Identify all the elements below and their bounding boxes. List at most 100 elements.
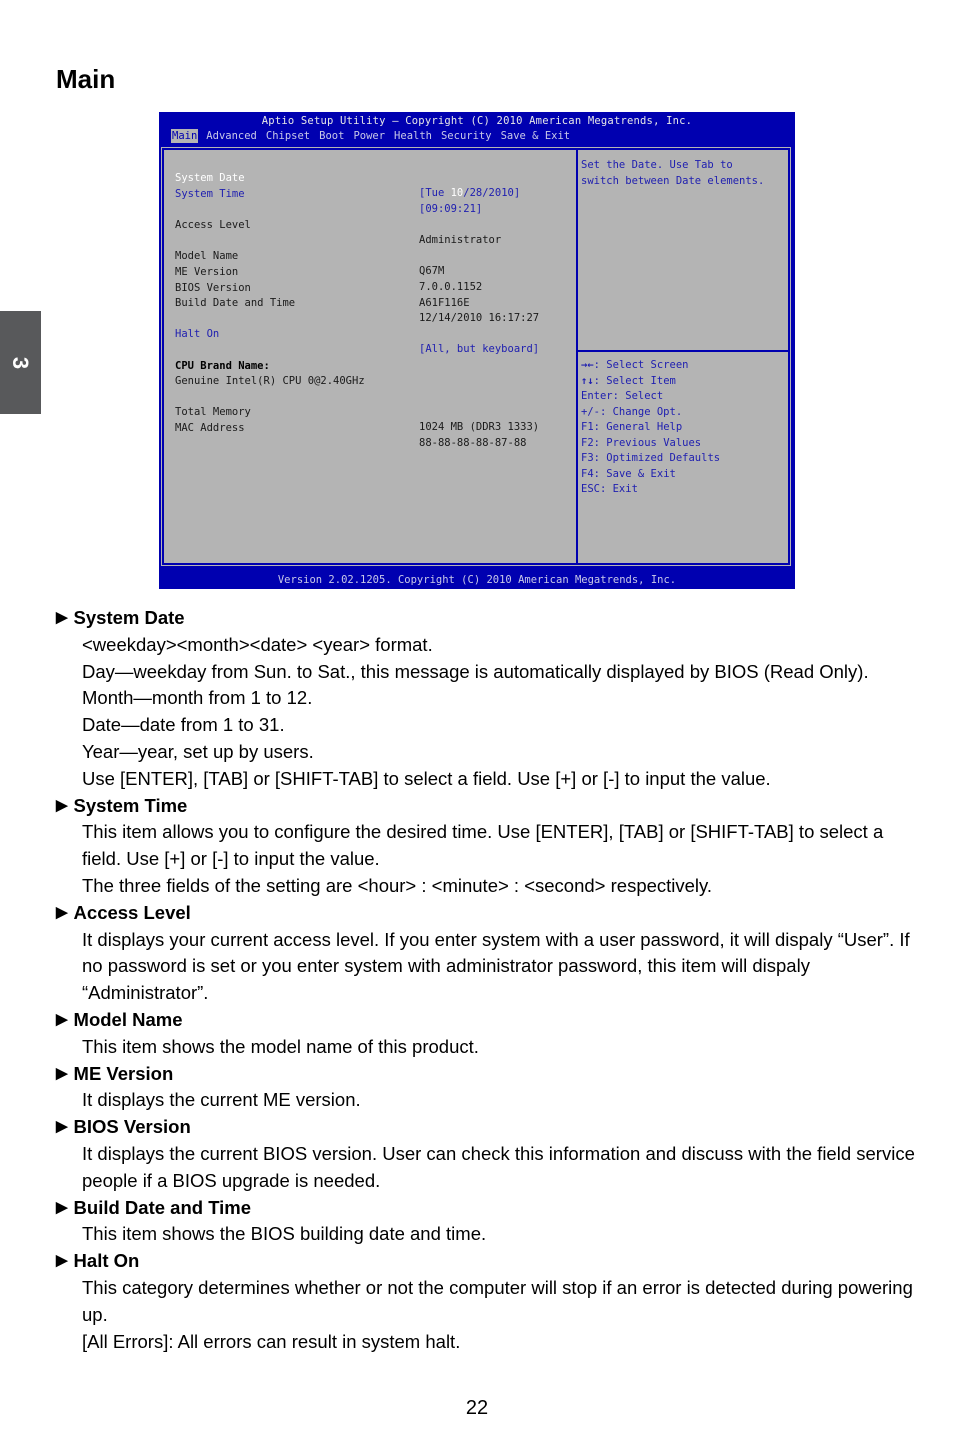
help-description-box: Set the Date. Use Tab to switch between … [578, 150, 788, 352]
info-me-version: ME Version 7.0.0.1152 [175, 250, 482, 293]
key-name: F1 [581, 421, 594, 433]
key-description: : Select [612, 390, 664, 402]
section-title: ME Version [73, 1062, 174, 1084]
section-text: [All Errors]: All errors can result in s… [82, 1330, 461, 1352]
section-text: Date—date from 1 to 31. [82, 714, 285, 736]
info-access-level: Access Level Administrator [175, 203, 501, 246]
info-value: Administrator [419, 234, 502, 246]
description-section: ▶ Build Date and Time This item shows the … [56, 1195, 916, 1249]
section-text: It displays the current BIOS version. Us… [82, 1142, 915, 1191]
key-legend-item: ↑↓: Select Item [581, 374, 720, 390]
info-bios-version: BIOS Version A61F116E [175, 266, 470, 309]
key-name: F2 [581, 436, 594, 449]
bios-tab-chipset[interactable]: Chipset [265, 129, 311, 143]
key-name: ↑↓ [581, 374, 594, 387]
section-heading: ▶ ME Version [56, 1061, 916, 1088]
section-text: It displays your current access level. I… [82, 928, 910, 1004]
section-text: Year—year, set up by users. [82, 740, 314, 762]
bios-screenshot: Aptio Setup Utility – Copyright (C) 2010… [159, 112, 795, 589]
date-rest: /28/2010] [463, 187, 521, 199]
key-description: : Select Screen [593, 359, 689, 371]
section-text: It displays the current ME version. [82, 1089, 361, 1111]
key-legend-item: ESC: Exit [581, 482, 720, 498]
bios-tab-main[interactable]: Main [171, 129, 199, 143]
setting-value[interactable]: [09:09:21] [419, 202, 482, 217]
bios-tab-power[interactable]: Power [352, 129, 386, 143]
section-heading: ▶ BIOS Version [56, 1114, 916, 1141]
section-text: <weekday><month><date> <year> format. [82, 633, 433, 655]
section-text: Use [ENTER], [TAB] or [SHIFT-TAB] to sel… [82, 767, 771, 789]
section-text: This item shows the BIOS building date a… [82, 1223, 487, 1245]
key-name: F3 [581, 452, 594, 464]
key-legend: →←: Select Screen ↑↓: Select Item Enter: S… [581, 358, 720, 498]
key-description: : Exit [599, 483, 638, 495]
info-value: Q67M [419, 265, 445, 277]
setting-value[interactable]: [Tue 10/28/2010] [419, 186, 520, 201]
section-title: Access Level [73, 901, 191, 923]
setting-label: System Time [175, 188, 245, 200]
key-legend-item: Enter: Select [581, 389, 720, 405]
key-description: : Change Opt. [599, 405, 683, 418]
bios-menu-bar: Main Advanced Chipset Boot Power Health … [171, 129, 578, 143]
section-heading: ▶ Access Level [56, 900, 916, 927]
setting-halt-on[interactable]: Halt On [All, but keyboard] [175, 312, 539, 355]
section-text: The three fields of the setting are <hou… [82, 874, 713, 896]
info-value: 7.0.0.1152 [419, 281, 483, 293]
page-number: 22 [465, 1397, 489, 1419]
setting-system-date[interactable]: System Date [Tue 10/28/2010] [175, 156, 520, 199]
section-heading: ▶ Halt On [56, 1248, 916, 1275]
info-value: 1024 MB (DDR3 1333) [419, 421, 540, 433]
section-text: Month—month from 1 to 12. [82, 687, 313, 709]
key-description: : General Help [593, 421, 683, 433]
triangle-bullet-icon: ▶ [56, 1010, 68, 1028]
key-description: : Select Item [593, 374, 676, 387]
key-description: : Previous Values [593, 436, 702, 449]
page-title: Main [56, 64, 116, 94]
section-text: This category determines whether or not … [82, 1276, 913, 1325]
section-heading: ▶ System Date [56, 605, 916, 632]
help-text: Set the Date. Use Tab to switch between … [581, 159, 765, 187]
triangle-bullet-icon: ▶ [56, 1252, 68, 1270]
key-description: : Optimized Defaults [593, 452, 721, 464]
info-value: A61F116E [419, 297, 470, 309]
setting-system-time[interactable]: System Time [09:09:21] [175, 172, 482, 215]
key-name: +/- [581, 405, 600, 418]
section-heading: ▶ Build Date and Time [56, 1195, 916, 1222]
key-legend-item: F3: Optimized Defaults [581, 451, 720, 467]
bios-body: System Date [Tue 10/28/2010] System Time… [161, 147, 791, 566]
triangle-bullet-icon: ▶ [56, 609, 68, 626]
bios-footer: Version 2.02.1205. Copyright (C) 2010 Am… [277, 574, 677, 586]
date-month-cursor[interactable]: 10 [451, 187, 464, 199]
info-label: Build Date and Time [175, 297, 296, 309]
key-name: Enter [581, 390, 613, 402]
info-build-date: Build Date and Time 12/14/2010 16:17:27 [175, 281, 539, 324]
key-legend-item: +/-: Change Opt. [581, 405, 720, 421]
bios-tab-security[interactable]: Security [440, 129, 493, 143]
setting-label: Halt On [175, 328, 220, 340]
section-title: System Date [73, 607, 185, 628]
key-legend-item: F2: Previous Values [581, 436, 720, 452]
bios-tab-boot[interactable]: Boot [318, 129, 345, 143]
section-heading: ▶ Model Name [56, 1007, 916, 1034]
chapter-number: 3 [8, 356, 34, 369]
triangle-bullet-icon: ▶ [56, 1118, 68, 1136]
info-cpu-brand-value: Genuine Intel(R) CPU 0@2.40GHz [175, 359, 365, 387]
info-cpu-brand: CPU Brand Name: [175, 344, 270, 372]
chapter-tab: 3 [0, 311, 41, 414]
bios-tab-health[interactable]: Health [393, 129, 433, 143]
description-section: ▶ System Date <weekday><month><date> <year… [56, 605, 916, 793]
key-legend-item: F4: Save & Exit [581, 467, 720, 483]
bios-tab-save-exit[interactable]: Save & Exit [500, 129, 572, 143]
info-value: 88-88-88-88-87-88 [419, 437, 527, 449]
info-mac-address: MAC Address 88-88-88-88-87-88 [175, 406, 526, 449]
setting-value[interactable]: [All, but keyboard] [419, 342, 539, 357]
bios-tab-advanced[interactable]: Advanced [205, 129, 258, 143]
key-name: F4 [581, 467, 594, 480]
section-title: Halt On [73, 1250, 140, 1272]
bios-title: Aptio Setup Utility – Copyright (C) 2010… [261, 115, 693, 127]
bios-settings-panel: System Date [Tue 10/28/2010] System Time… [164, 150, 578, 563]
triangle-bullet-icon: ▶ [56, 1064, 68, 1082]
bios-help-panel: Set the Date. Use Tab to switch between … [578, 150, 788, 563]
info-total-memory: Total Memory 1024 MB (DDR3 1333) [175, 390, 539, 433]
description-section: ▶ BIOS Version It displays the current BIO… [56, 1114, 916, 1194]
